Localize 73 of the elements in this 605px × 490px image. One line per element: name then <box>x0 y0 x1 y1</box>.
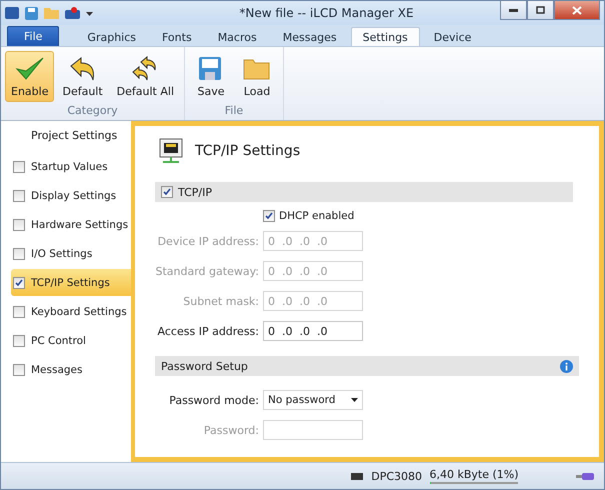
ribbon-button[interactable]: Save <box>189 51 233 102</box>
sidebar-item-label: Hardware Settings <box>31 218 128 230</box>
field-label: Subnet mask: <box>182 294 259 308</box>
ribbon-tab[interactable]: Settings <box>350 27 420 46</box>
sidebar-item-label: Display Settings <box>31 190 116 202</box>
ip-address-field[interactable]: 0 .0 .0 .0 <box>263 321 363 341</box>
field-label: Device IP address: <box>156 234 259 248</box>
sidebar-item[interactable]: Display Settings <box>1 182 131 209</box>
ribbon-tab[interactable]: File <box>7 26 60 46</box>
field-label: Password: <box>202 424 259 436</box>
field-label: Access IP address: <box>156 324 259 338</box>
ribbon-tab[interactable]: Messages <box>270 27 349 46</box>
sidebar-item-label: I/O Settings <box>31 248 92 260</box>
minimize-icon <box>509 8 518 12</box>
device-name: DPC3080 <box>371 470 422 482</box>
dropdown-caret-icon[interactable] <box>86 10 93 16</box>
maximize-icon <box>536 6 545 14</box>
sidebar-item-label: Keyboard Settings <box>31 306 127 318</box>
checkbox[interactable] <box>13 306 25 318</box>
ribbon-button[interactable]: Enable <box>5 51 54 102</box>
section-label: TCP/IP <box>178 186 212 198</box>
checkbox[interactable] <box>13 248 25 260</box>
info-icon[interactable] <box>560 360 573 372</box>
close-button[interactable] <box>554 1 600 20</box>
sidebar-item[interactable]: I/O Settings <box>1 240 131 267</box>
sidebar-item[interactable]: Messages <box>1 356 131 383</box>
sidebar-item-label: Startup Values <box>31 160 108 172</box>
checkbox[interactable] <box>161 186 173 198</box>
checkbox[interactable] <box>13 334 25 346</box>
group-label: Category <box>67 104 118 119</box>
ribbon-tab[interactable]: Graphics <box>75 27 148 46</box>
checkbox[interactable] <box>13 218 25 230</box>
undo-arrow-icon <box>68 56 97 82</box>
checkmark-icon <box>14 56 45 82</box>
checkbox[interactable] <box>13 364 25 376</box>
section-label: Password Setup <box>161 360 248 372</box>
field-label: Standard gateway: <box>155 264 259 278</box>
device-icon[interactable] <box>65 7 80 19</box>
sidebar-item[interactable]: TCP/IP Settings <box>11 269 131 296</box>
checkbox-label: DHCP enabled <box>279 210 354 222</box>
maximize-button[interactable] <box>527 1 554 20</box>
memory-usage: 6,40 kByte (1%) <box>429 468 519 481</box>
sidebar-item[interactable]: PC Control <box>1 327 131 354</box>
checkbox[interactable] <box>13 276 25 288</box>
minimize-button[interactable] <box>500 1 527 20</box>
ribbon-button[interactable]: Default All <box>110 51 180 102</box>
ribbon-tab[interactable]: Macros <box>206 27 269 46</box>
sidebar-item[interactable]: Keyboard Settings <box>1 298 131 325</box>
group-label: File <box>224 104 244 119</box>
ribbon-button[interactable]: Default <box>56 51 109 102</box>
sidebar-item-label: Messages <box>31 364 82 376</box>
window-title: *New file -- iLCD Manager XE <box>238 6 415 20</box>
sidebar-item-label: TCP/IP Settings <box>31 276 110 288</box>
usb-plug-icon <box>576 472 594 480</box>
sidebar-item[interactable]: Hardware Settings <box>1 211 131 238</box>
caret-icon <box>351 398 358 402</box>
checkbox[interactable] <box>263 210 275 222</box>
app-icon <box>5 7 19 19</box>
password-mode-dropdown[interactable]: No password <box>263 390 363 410</box>
ribbon-tab[interactable]: Device <box>422 27 484 46</box>
panel-title: TCP/IP Settings <box>195 143 300 159</box>
close-icon <box>572 6 582 14</box>
sidebar-header: Project Settings <box>30 128 118 144</box>
ribbon-tab[interactable]: Fonts <box>150 27 204 46</box>
sidebar-item-label: PC Control <box>31 334 86 346</box>
checkbox[interactable] <box>13 190 25 202</box>
field-label: Password mode: <box>168 394 259 406</box>
checkbox[interactable] <box>13 160 25 172</box>
chip-icon <box>351 472 364 480</box>
sidebar-item[interactable]: Startup Values <box>1 153 131 180</box>
ribbon-button[interactable]: Load <box>235 51 279 102</box>
save-icon[interactable] <box>25 6 38 20</box>
network-port-icon <box>159 138 183 164</box>
